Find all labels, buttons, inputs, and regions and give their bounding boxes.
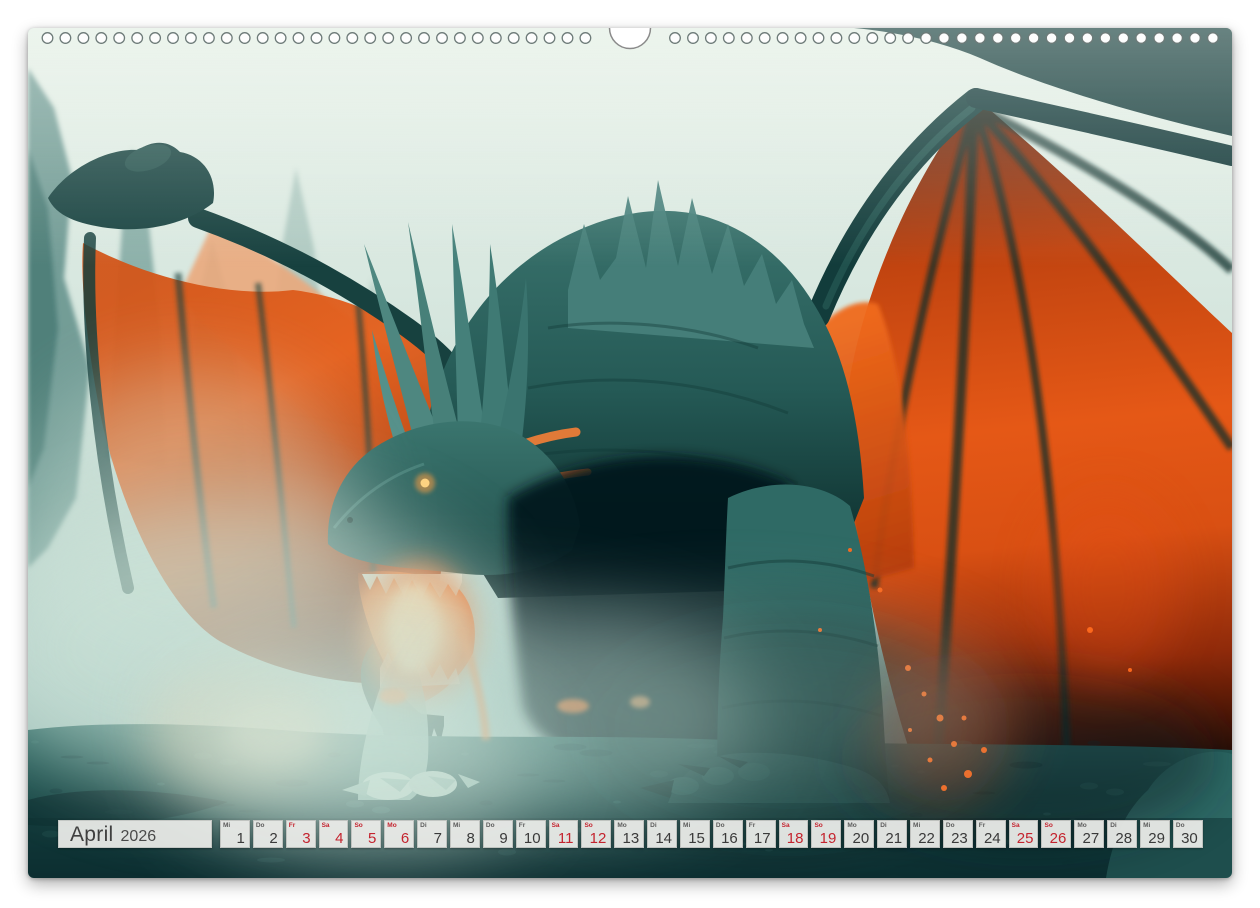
day-cell: Sa 4 <box>319 820 349 848</box>
day-number: 29 <box>1148 831 1165 846</box>
day-number: 23 <box>951 831 968 846</box>
day-number: 25 <box>1017 831 1034 846</box>
day-cell: Mi 8 <box>450 820 480 848</box>
weekday-abbr: So <box>584 822 592 829</box>
weekday-abbr: Mo <box>387 822 396 829</box>
day-cell: Fr 10 <box>516 820 546 848</box>
day-number: 26 <box>1050 831 1067 846</box>
day-cell: Do 16 <box>713 820 743 848</box>
day-number: 2 <box>269 831 277 846</box>
weekday-abbr: Sa <box>782 822 790 829</box>
day-cell: Mo 27 <box>1074 820 1104 848</box>
weekday-abbr: Di <box>1110 822 1117 829</box>
day-number: 10 <box>524 831 541 846</box>
weekday-abbr: Do <box>946 822 955 829</box>
calendar-product-page: April 2026 Mi 1 Do 2 Fr 3 Sa 4 So 5 Mo 6… <box>0 0 1260 908</box>
weekday-abbr: Sa <box>552 822 560 829</box>
weekday-abbr: Mo <box>847 822 856 829</box>
day-number: 27 <box>1083 831 1100 846</box>
day-cell: Sa 11 <box>549 820 579 848</box>
day-number: 18 <box>787 831 804 846</box>
day-cell: Fr 24 <box>976 820 1006 848</box>
day-cell: Do 9 <box>483 820 513 848</box>
day-number: 12 <box>590 831 607 846</box>
day-cell: Sa 25 <box>1009 820 1039 848</box>
day-cell: Mi 1 <box>220 820 250 848</box>
day-number: 1 <box>237 831 245 846</box>
day-cell: So 5 <box>351 820 381 848</box>
day-cell: Fr 17 <box>746 820 776 848</box>
day-number: 11 <box>558 831 574 846</box>
weekday-abbr: Sa <box>1012 822 1020 829</box>
day-cell: Mi 29 <box>1140 820 1170 848</box>
day-number: 20 <box>853 831 870 846</box>
day-cell: Do 30 <box>1173 820 1203 848</box>
day-number: 14 <box>655 831 672 846</box>
day-cell: Mi 22 <box>910 820 940 848</box>
day-number: 24 <box>984 831 1001 846</box>
day-cell: So 12 <box>581 820 611 848</box>
day-cell: Fr 3 <box>286 820 316 848</box>
weekday-abbr: Mi <box>913 822 920 829</box>
month-name: April <box>70 823 114 847</box>
day-number: 9 <box>499 831 507 846</box>
weekday-abbr: So <box>814 822 822 829</box>
weekday-abbr: Do <box>1176 822 1185 829</box>
weekday-abbr: Fr <box>979 822 986 829</box>
day-number: 7 <box>434 831 442 846</box>
day-number: 30 <box>1181 831 1198 846</box>
day-number: 28 <box>1115 831 1132 846</box>
weekday-abbr: Fr <box>289 822 296 829</box>
day-number: 13 <box>622 831 639 846</box>
day-cell: Do 2 <box>253 820 283 848</box>
day-cell: Mo 20 <box>844 820 874 848</box>
weekday-abbr: Do <box>256 822 265 829</box>
day-number: 15 <box>688 831 705 846</box>
day-number: 19 <box>820 831 837 846</box>
weekday-abbr: Mi <box>453 822 460 829</box>
day-number: 8 <box>467 831 475 846</box>
weekday-abbr: Mi <box>223 822 230 829</box>
day-number: 17 <box>754 831 771 846</box>
weekday-abbr: Mo <box>617 822 626 829</box>
dragon-artwork <box>28 28 1232 878</box>
day-number: 3 <box>302 831 310 846</box>
day-cell: Mo 13 <box>614 820 644 848</box>
day-cell: Di 21 <box>877 820 907 848</box>
day-cell: Mi 15 <box>680 820 710 848</box>
day-number: 4 <box>335 831 343 846</box>
day-cells: Mi 1 Do 2 Fr 3 Sa 4 So 5 Mo 6 Di 7 Mi 8 … <box>220 820 1203 848</box>
day-cell: Mo 6 <box>384 820 414 848</box>
day-cell: So 19 <box>811 820 841 848</box>
day-number: 21 <box>885 831 902 846</box>
day-cell: So 26 <box>1041 820 1071 848</box>
day-cell: Di 14 <box>647 820 677 848</box>
weekday-abbr: Sa <box>322 822 330 829</box>
weekday-abbr: Mo <box>1077 822 1086 829</box>
calendar-strip: April 2026 Mi 1 Do 2 Fr 3 Sa 4 So 5 Mo 6… <box>58 820 1203 848</box>
day-number: 22 <box>918 831 935 846</box>
day-cell: Di 28 <box>1107 820 1137 848</box>
month-label: April 2026 <box>58 820 212 848</box>
weekday-abbr: Mi <box>1143 822 1150 829</box>
weekday-abbr: So <box>1044 822 1052 829</box>
weekday-abbr: Do <box>716 822 725 829</box>
day-cell: Sa 18 <box>779 820 809 848</box>
weekday-abbr: Di <box>880 822 887 829</box>
year: 2026 <box>121 828 157 846</box>
weekday-abbr: Di <box>420 822 427 829</box>
weekday-abbr: Fr <box>749 822 756 829</box>
calendar-sheet: April 2026 Mi 1 Do 2 Fr 3 Sa 4 So 5 Mo 6… <box>28 28 1232 878</box>
day-number: 6 <box>401 831 409 846</box>
day-cell: Do 23 <box>943 820 973 848</box>
weekday-abbr: Di <box>650 822 657 829</box>
weekday-abbr: Fr <box>519 822 526 829</box>
weekday-abbr: So <box>354 822 362 829</box>
weekday-abbr: Mi <box>683 822 690 829</box>
eye <box>421 479 430 488</box>
day-number: 16 <box>721 831 738 846</box>
weekday-abbr: Do <box>486 822 495 829</box>
day-number: 5 <box>368 831 376 846</box>
day-cell: Di 7 <box>417 820 447 848</box>
